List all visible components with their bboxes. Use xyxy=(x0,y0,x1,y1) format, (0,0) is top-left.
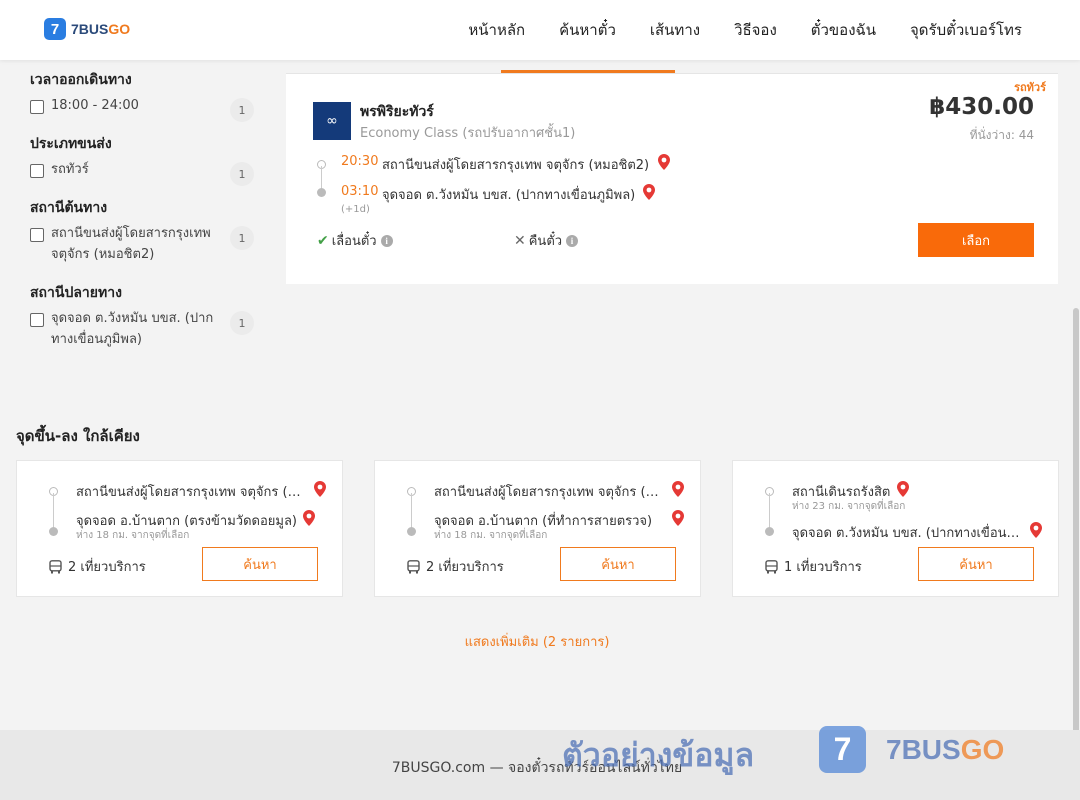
map-pin-icon[interactable] xyxy=(672,510,684,526)
reschedule-policy: ✔ เลื่อนตั๋ว i xyxy=(317,230,393,251)
departure-time: 20:30 xyxy=(341,154,379,169)
map-pin-icon[interactable] xyxy=(643,184,655,200)
nav-search-tickets[interactable]: ค้นหาตั๋ว xyxy=(559,18,616,42)
nearby-card: สถานีขนส่งผู้โดยสารกรุงเทพ จตุจักร (หมอช… xyxy=(16,460,343,597)
filter-checkbox[interactable] xyxy=(30,313,44,327)
filter-option[interactable]: สถานีขนส่งผู้โดยสารกรุงเทพ จตุจักร (หมอช… xyxy=(30,226,260,265)
filter-option[interactable]: จุดจอด ต.วังหมัน บขส. (ปากทางเขื่อนภูมิพ… xyxy=(30,311,260,350)
nearby-from-distance: ห่าง 23 กม. จากจุดที่เลือก xyxy=(792,501,906,512)
destination-dot-icon xyxy=(317,188,326,197)
main-nav: หน้าหลัก ค้นหาตั๋ว เส้นทาง วิธีจอง ตั๋วข… xyxy=(434,0,1022,60)
operator-name: พรพิริยะทัวร์ xyxy=(360,104,434,120)
nearby-from-stop: สถานีขนส่งผู้โดยสารกรุงเทพ จตุจักร (หมอช… xyxy=(434,485,662,500)
check-icon: ✔ xyxy=(317,232,329,249)
departure-stop: สถานีขนส่งผู้โดยสารกรุงเทพ จตุจักร (หมอช… xyxy=(382,158,650,173)
nearby-to-stop: จุดจอด ต.วังหมัน บขส. (ปากทางเขื่อนภูมิพ… xyxy=(792,526,1020,541)
filter-option-label: 18:00 - 24:00 xyxy=(51,98,139,113)
nav-how-to-book[interactable]: วิธีจอง xyxy=(734,18,777,42)
nearby-trip-count: 1 เที่ยวบริการ xyxy=(765,556,862,577)
nearby-card: สถานีขนส่งผู้โดยสารกรุงเทพ จตุจักร (หมอช… xyxy=(374,460,701,597)
trip-card: รถทัวร์ ∞ พรพิริยะทัวร์ Economy Class (ร… xyxy=(286,74,1058,284)
scrollbar-thumb[interactable] xyxy=(1073,308,1079,800)
filter-count-badge: 1 xyxy=(230,162,254,186)
seats-available: ที่นั่งว่าง: 44 xyxy=(969,128,1034,142)
bus-icon xyxy=(407,559,420,573)
service-class: Economy Class (รถปรับอากาศชั้น1) xyxy=(360,126,576,141)
watermark-logo-icon: 7 xyxy=(819,726,866,773)
map-pin-icon[interactable] xyxy=(897,481,909,497)
map-pin-icon[interactable] xyxy=(314,481,326,497)
nearby-trip-count: 2 เที่ยวบริการ xyxy=(49,556,146,577)
nearby-to-distance: ห่าง 18 กม. จากจุดที่เลือก xyxy=(434,530,548,541)
trip-price: ฿430.00 xyxy=(929,94,1034,120)
map-pin-icon[interactable] xyxy=(1030,522,1042,538)
filter-option[interactable]: รถทัวร์ 1 xyxy=(30,162,260,186)
filter-checkbox[interactable] xyxy=(30,164,44,178)
destination-dot-icon xyxy=(49,527,58,536)
nearby-trip-count: 2 เที่ยวบริการ xyxy=(407,556,504,577)
arrival-stop: จุดจอด ต.วังหมัน บขส. (ปากทางเขื่อนภูมิพ… xyxy=(382,188,636,203)
cross-icon: ✕ xyxy=(514,232,526,249)
filter-checkbox[interactable] xyxy=(30,228,44,242)
refund-label: คืนตั๋ว xyxy=(528,234,563,249)
watermark-text: ตัวอย่างข้อมูล xyxy=(562,736,755,774)
watermark-brand: 7BUSGO xyxy=(886,734,1005,765)
filter-group-departure-time: เวลาออกเดินทาง 18:00 - 24:00 1 xyxy=(30,66,260,122)
nearby-search-button[interactable]: ค้นหา xyxy=(560,547,676,581)
map-pin-icon[interactable] xyxy=(672,481,684,497)
select-trip-button[interactable]: เลือก xyxy=(918,223,1034,257)
arrival-time: 03:10 xyxy=(341,184,379,199)
nav-my-tickets[interactable]: ตั๋วของฉัน xyxy=(811,18,876,42)
brand-logo-icon: 7 xyxy=(44,18,66,40)
filter-count-badge: 1 xyxy=(230,311,254,335)
nav-pickup-points[interactable]: จุดรับตั๋วเบอร์โทร xyxy=(910,18,1022,42)
brand-name: 7BUSGO xyxy=(71,21,131,37)
filter-option-label: รถทัวร์ xyxy=(51,162,89,177)
next-day-label: (+1d) xyxy=(341,204,370,215)
filter-option-label: สถานีขนส่งผู้โดยสารกรุงเทพ จตุจักร (หมอช… xyxy=(51,226,211,262)
filter-title: สถานีต้นทาง xyxy=(30,200,108,216)
bus-icon xyxy=(49,559,62,573)
operator-logo: ∞ xyxy=(313,102,351,140)
filter-title: สถานีปลายทาง xyxy=(30,285,122,301)
filter-title: ประเภทขนส่ง xyxy=(30,136,112,152)
nav-home[interactable]: หน้าหลัก xyxy=(468,18,525,42)
nearby-card: สถานีเดินรถรังสิต ห่าง 23 กม. จากจุดที่เ… xyxy=(732,460,1059,597)
destination-dot-icon xyxy=(765,527,774,536)
map-pin-icon[interactable] xyxy=(303,510,315,526)
filter-group-origin-station: สถานีต้นทาง สถานีขนส่งผู้โดยสารกรุงเทพ จ… xyxy=(30,194,260,265)
map-pin-icon[interactable] xyxy=(658,154,670,170)
filter-title: เวลาออกเดินทาง xyxy=(30,72,132,88)
info-icon[interactable]: i xyxy=(566,234,579,247)
filter-checkbox[interactable] xyxy=(30,100,44,114)
info-icon[interactable]: i xyxy=(380,234,393,247)
filter-option-label: จุดจอด ต.วังหมัน บขส. (ปากทางเขื่อนภูมิพ… xyxy=(51,311,214,347)
filter-count-badge: 1 xyxy=(230,98,254,122)
nearby-search-button[interactable]: ค้นหา xyxy=(918,547,1034,581)
brand-logo[interactable]: 7 7BUSGO xyxy=(44,18,130,40)
show-more-link[interactable]: แสดงเพิ่มเติม (2 รายการ) xyxy=(0,631,1074,652)
active-tab-indicator xyxy=(501,70,675,73)
filter-sidebar: เวลาออกเดินทาง 18:00 - 24:00 1 ประเภทขนส… xyxy=(30,66,260,364)
filter-count-badge: 1 xyxy=(230,226,254,250)
filter-group-transport-type: ประเภทขนส่ง รถทัวร์ 1 xyxy=(30,130,260,186)
nearby-search-button[interactable]: ค้นหา xyxy=(202,547,318,581)
nearby-to-distance: ห่าง 18 กม. จากจุดที่เลือก xyxy=(76,530,190,541)
bus-icon xyxy=(765,559,778,573)
filter-option[interactable]: 18:00 - 24:00 1 xyxy=(30,98,260,122)
reschedule-label: เลื่อนตั๋ว xyxy=(331,234,377,249)
top-header: 7 7BUSGO หน้าหลัก ค้นหาตั๋ว เส้นทาง วิธี… xyxy=(0,0,1080,60)
destination-dot-icon xyxy=(407,527,416,536)
nav-routes[interactable]: เส้นทาง xyxy=(650,18,700,42)
nearby-from-stop: สถานีขนส่งผู้โดยสารกรุงเทพ จตุจักร (หมอช… xyxy=(76,485,304,500)
refund-policy: ✕ คืนตั๋ว i xyxy=(514,230,579,251)
nearby-section-title: จุดขึ้น-ลง ใกล้เคียง xyxy=(16,427,140,445)
filter-group-destination-station: สถานีปลายทาง จุดจอด ต.วังหมัน บขส. (ปากท… xyxy=(30,279,260,350)
